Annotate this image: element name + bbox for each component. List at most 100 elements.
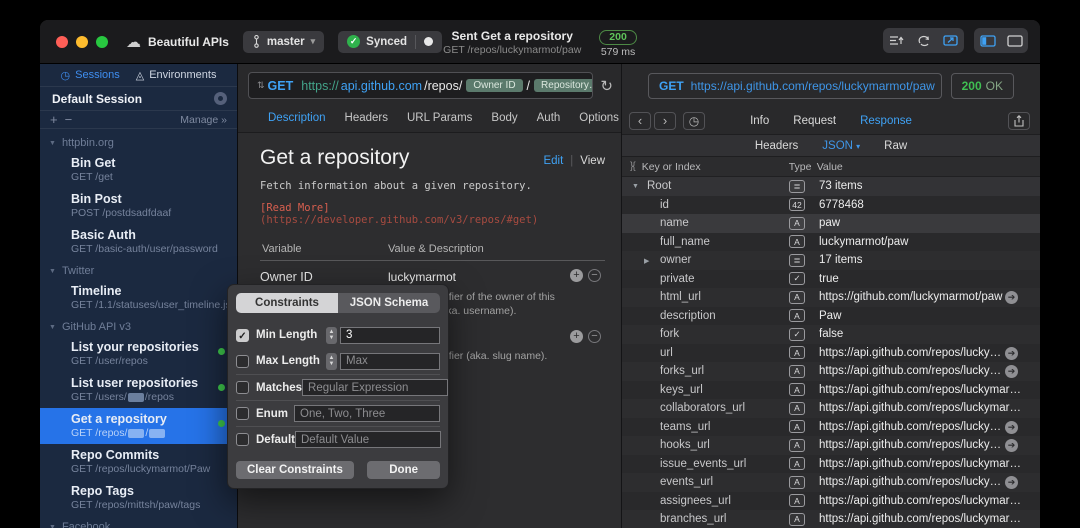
json-row-teams_url[interactable]: teams_urlAhttps://api.github.com/repos/l… <box>622 418 1040 437</box>
json-row-id[interactable]: id426778468 <box>622 196 1040 215</box>
open-url-arrow-button[interactable]: ➔ <box>1005 421 1018 434</box>
json-row-name[interactable]: nameApaw <box>622 214 1040 233</box>
disclosure-triangle-icon[interactable]: ▼ <box>49 324 56 331</box>
json-row-private[interactable]: private✓true <box>622 270 1040 289</box>
add-variable-button[interactable]: + <box>570 269 583 282</box>
response-url-field[interactable]: GET https://api.github.com/repos/luckyma… <box>648 73 942 99</box>
request-item-repo-tags[interactable]: Repo TagsGET /repos/mittsh/paw/tags <box>40 480 237 516</box>
request-url-field[interactable]: ⇅ GET https://api.github.com/repos/ Owne… <box>248 72 593 99</box>
value-column-header[interactable]: Value <box>817 161 1040 173</box>
sync-status-control[interactable]: ✓ Synced <box>338 31 442 53</box>
owner-id-variable-chip[interactable]: Owner ID <box>466 79 522 92</box>
json-row-collaborators_url[interactable]: collaborators_urlAhttps://api.github.com… <box>622 399 1040 418</box>
repository-variable-chip[interactable]: Repository… <box>534 79 593 92</box>
request-item-list-user-repositories[interactable]: List user repositoriesGET /users//repos <box>40 372 237 408</box>
format-tab-json[interactable]: JSON ▾ <box>822 140 860 152</box>
response-tab-request[interactable]: Request <box>793 115 836 127</box>
done-button[interactable]: Done <box>367 461 440 479</box>
manage-sessions-link[interactable]: Manage » <box>180 114 227 126</box>
history-clock-button[interactable]: ◷ <box>683 112 705 130</box>
request-group-twitter[interactable]: ▼Twitter <box>40 260 237 280</box>
add-session-button[interactable]: + <box>50 112 58 127</box>
history-loop-icon[interactable] <box>910 28 937 53</box>
matches-input[interactable] <box>302 379 448 396</box>
request-item-bin-get[interactable]: Bin GetGET /get <box>40 152 237 188</box>
max-length-input[interactable] <box>340 353 440 370</box>
value-stepper[interactable]: ▲▼ <box>326 353 337 370</box>
json-row-issue_events_url[interactable]: issue_events_urlAhttps://api.github.com/… <box>622 455 1040 474</box>
format-tab-raw[interactable]: Raw <box>884 140 907 152</box>
view-link[interactable]: View <box>580 155 605 167</box>
clear-constraints-button[interactable]: Clear Constraints <box>236 461 354 479</box>
request-group-github-api-v3[interactable]: ▼GitHub API v3 <box>40 316 237 336</box>
json-row-root[interactable]: ▼Root≣73 items <box>622 177 1040 196</box>
json-row-events_url[interactable]: events_urlAhttps://api.github.com/repos/… <box>622 473 1040 492</box>
tab-headers[interactable]: Headers <box>345 112 388 124</box>
sync-toggle-dot[interactable] <box>424 37 433 46</box>
popover-tab-constraints[interactable]: Constraints <box>236 293 338 313</box>
read-more-link[interactable]: [Read More] <box>260 202 330 214</box>
share-button[interactable] <box>1008 112 1030 130</box>
min-length-input[interactable] <box>340 327 440 344</box>
sidebar-tab-sessions[interactable]: ◷Sessions <box>61 69 120 82</box>
sidebar-tab-environments[interactable]: ◬Environments <box>136 69 217 82</box>
json-row-full_name[interactable]: full_nameAluckymarmot/paw <box>622 233 1040 252</box>
refresh-icon[interactable]: ↻ <box>600 77 613 95</box>
method-label[interactable]: GET <box>268 79 294 93</box>
disclosure-triangle-icon[interactable]: ▼ <box>49 268 56 275</box>
min-length-checkbox[interactable]: ✓ <box>236 329 249 342</box>
zoom-window-button[interactable] <box>96 36 108 48</box>
close-window-button[interactable] <box>56 36 68 48</box>
request-item-list-your-repositories[interactable]: List your repositoriesGET /user/repos <box>40 336 237 372</box>
session-row[interactable]: Default Session <box>40 87 237 111</box>
popover-tab-json-schema[interactable]: JSON Schema <box>338 293 440 313</box>
variable-value[interactable]: luckymarmot <box>388 270 561 284</box>
response-tab-info[interactable]: Info <box>750 115 769 127</box>
request-item-get-a-repository[interactable]: Get a repositoryGET /repos// <box>40 408 237 444</box>
default-checkbox[interactable] <box>236 433 249 446</box>
tab-url-params[interactable]: URL Params <box>407 112 472 124</box>
enum-checkbox[interactable] <box>236 407 249 420</box>
json-row-fork[interactable]: fork✓false <box>622 325 1040 344</box>
session-target-icon[interactable] <box>214 92 227 105</box>
disclosure-right-icon[interactable]: ▶ <box>644 257 649 265</box>
disclosure-triangle-icon[interactable]: ▼ <box>49 524 56 528</box>
disclosure-down-icon[interactable]: ▼ <box>632 183 639 190</box>
max-length-checkbox[interactable] <box>236 355 249 368</box>
open-url-arrow-button[interactable]: ➔ <box>1005 476 1018 489</box>
json-row-owner[interactable]: ▶owner≣17 items <box>622 251 1040 270</box>
add-variable-button[interactable]: + <box>570 330 583 343</box>
json-row-forks_url[interactable]: forks_urlAhttps://api.github.com/repos/l… <box>622 362 1040 381</box>
tab-body[interactable]: Body <box>491 112 517 124</box>
minimize-window-button[interactable] <box>76 36 88 48</box>
single-window-icon[interactable] <box>1001 28 1028 53</box>
edit-link[interactable]: Edit <box>543 155 563 167</box>
request-group-httpbin-org[interactable]: ▼httpbin.org <box>40 132 237 152</box>
json-row-keys_url[interactable]: keys_urlAhttps://api.github.com/repos/lu… <box>622 381 1040 400</box>
json-row-description[interactable]: descriptionAPaw <box>622 307 1040 326</box>
key-column-header[interactable]: Key or Index <box>642 161 780 173</box>
send-request-icon[interactable] <box>883 28 910 53</box>
detach-window-icon[interactable] <box>937 28 964 53</box>
remove-session-button[interactable]: − <box>65 112 73 127</box>
json-row-assignees_url[interactable]: assignees_urlAhttps://api.github.com/rep… <box>622 492 1040 511</box>
request-item-timeline[interactable]: TimelineGET /1.1/statuses/user_timeline.… <box>40 280 237 316</box>
open-url-arrow-button[interactable]: ➔ <box>1005 365 1018 378</box>
branch-dropdown[interactable]: master ▾ <box>243 31 324 53</box>
sidebar-toggle-icon[interactable] <box>974 28 1001 53</box>
open-url-arrow-button[interactable]: ➔ <box>1005 439 1018 452</box>
history-forward-button[interactable]: › <box>654 112 676 130</box>
default-input[interactable] <box>295 431 441 448</box>
remove-variable-button[interactable]: − <box>588 330 601 343</box>
response-tab-response[interactable]: Response <box>860 115 912 127</box>
type-column-header[interactable]: Type <box>789 161 817 173</box>
tab-description[interactable]: Description <box>268 112 326 124</box>
request-item-basic-auth[interactable]: Basic AuthGET /basic-auth/user/password <box>40 224 237 260</box>
matches-checkbox[interactable] <box>236 381 249 394</box>
open-url-arrow-button[interactable]: ➔ <box>1005 347 1018 360</box>
method-sort-icon[interactable]: ⇅ <box>257 80 265 91</box>
json-row-branches_url[interactable]: branches_urlAhttps://api.github.com/repo… <box>622 510 1040 528</box>
json-row-url[interactable]: urlAhttps://api.github.com/repos/lucky…➔ <box>622 344 1040 363</box>
json-row-html_url[interactable]: html_urlAhttps://github.com/luckymarmot/… <box>622 288 1040 307</box>
history-back-button[interactable]: ‹ <box>629 112 651 130</box>
